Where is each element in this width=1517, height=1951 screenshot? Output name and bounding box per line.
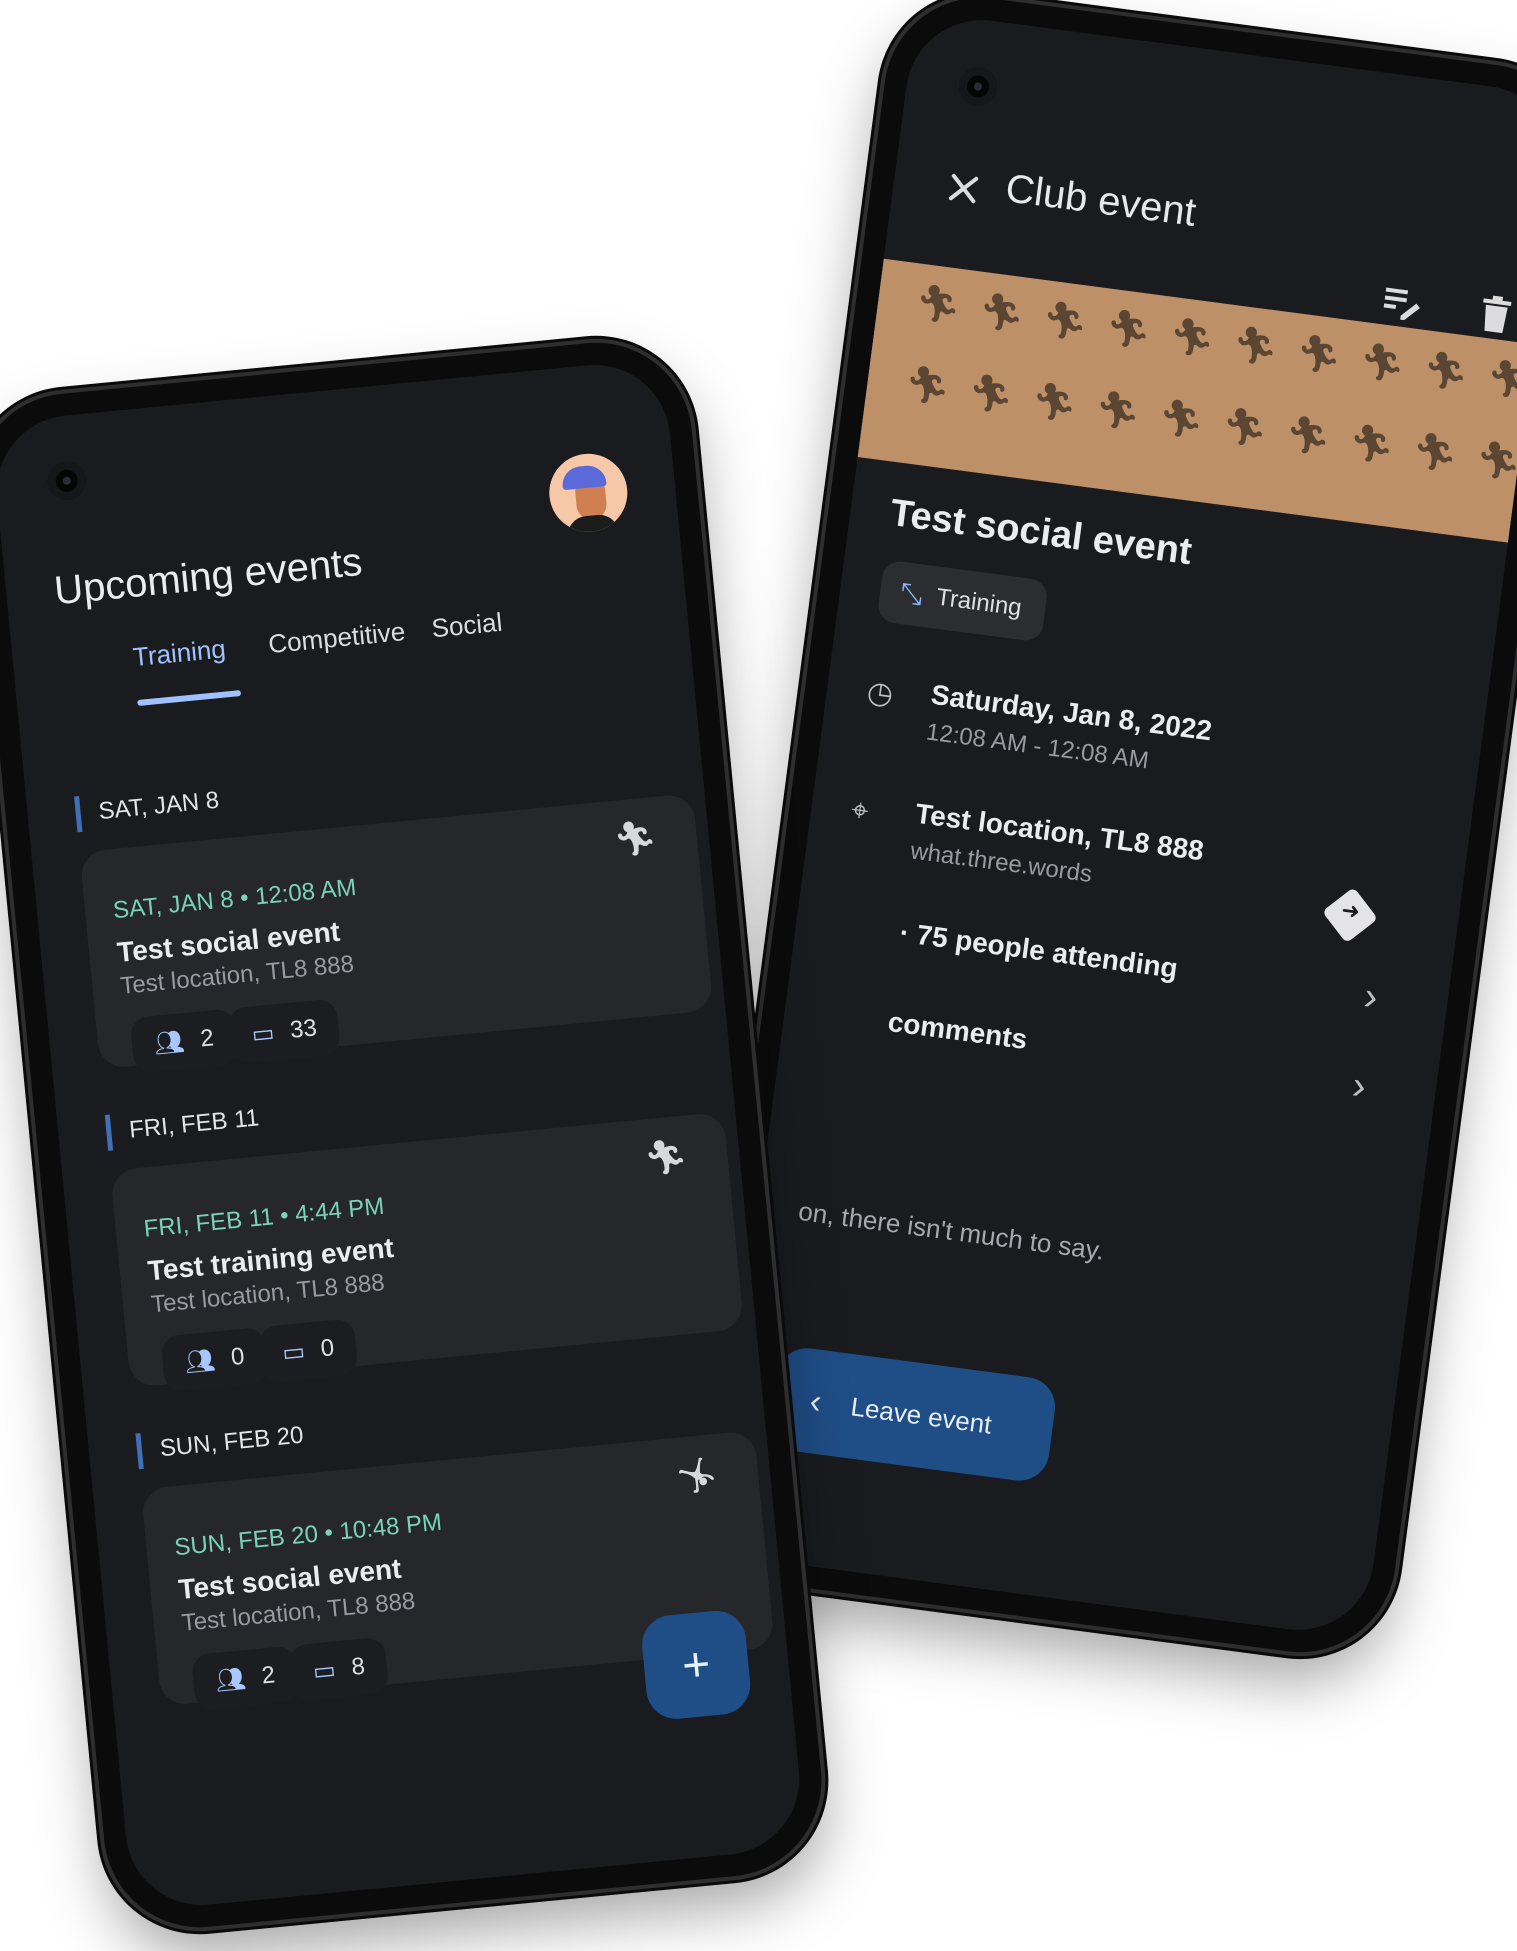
event-description: on, there isn't much to say. [796,1195,1107,1266]
attendees-stat: 👥︎ 2 [129,1008,239,1074]
chevron-right-icon: › [1349,1063,1369,1109]
attending-text: · 75 people attending [897,916,1180,985]
sports-martial-arts-icon: 🤸︎ [673,1454,720,1497]
directions-run-icon: 🏃︎ [1230,322,1281,369]
phone-frame-detail: Club event 🏃︎ 🏃︎ 🏃︎ 🏃︎ 🏃︎ 🏃︎ 🏃︎ 🏃︎ 🏃︎ 🏃︎ 🏃︎ 🏃︎ 🏃︎ 🏃︎ 🏃… [688,0,1517,1664]
avatar-cap [560,464,607,491]
directions-run-icon: 🏃︎ [1293,330,1345,378]
leave-event-button[interactable]: ‹ Leave event [767,1344,1059,1485]
group-icon: 👥︎ [183,1346,217,1376]
leave-event-label: Leave event [849,1390,994,1440]
comments-stat: ▭ 8 [288,1636,390,1702]
upcoming-events-screen: Upcoming events Training Competitive Soc… [0,358,807,1912]
directions-run-icon: 🏃︎ [611,817,659,860]
attendee-count: 2 [260,1661,277,1690]
directions-run-icon: 🏃︎ [912,280,964,328]
phone-frame-list: Upcoming events Training Competitive Soc… [0,334,831,1936]
directions-run-icon: 🏃︎ [1409,428,1461,476]
section-header: FRI, FEB 11 [104,1100,261,1151]
fitness-icon: ⤡ [898,576,925,611]
directions-run-icon: 🏃︎ [965,370,1017,417]
category-chip[interactable]: ⤡ Training [876,559,1050,643]
directions-run-icon: 🏃︎ [1092,386,1144,434]
delete-icon[interactable] [1475,292,1516,336]
directions-run-icon: 🏃︎ [1103,305,1154,353]
directions-run-icon: 🏃︎ [1346,420,1398,467]
directions-run-icon: 🏃︎ [1039,297,1091,344]
chevron-right-icon: › [1361,973,1381,1020]
comment-count: 33 [288,1014,319,1044]
directions-run-icon: 🏃︎ [1357,338,1408,386]
comment-count: 0 [319,1334,336,1363]
comment-count: 8 [350,1652,367,1681]
exit-icon: ‹ [807,1381,824,1421]
group-icon: 👥︎ [152,1027,186,1058]
category-chip-label: Training [934,583,1024,622]
add-event-button[interactable]: + [639,1608,753,1722]
event-date: SUN, FEB 20 • 10:48 PM [173,1508,444,1562]
edit-icon[interactable] [1380,279,1425,324]
section-header: SUN, FEB 20 [135,1417,306,1470]
avatar[interactable] [545,450,631,536]
comments-stat: ▭ 0 [257,1318,359,1384]
group-icon: 👥︎ [214,1664,248,1695]
close-icon[interactable] [943,168,983,208]
event-title: Test social event [887,491,1195,574]
banner-pattern: 🏃︎ 🏃︎ 🏃︎ 🏃︎ 🏃︎ 🏃︎ 🏃︎ 🏃︎ 🏃︎ 🏃︎ 🏃︎ 🏃︎ 🏃︎ 🏃︎ 🏃︎ 🏃︎ 🏃︎ 🏃︎ 🏃︎ 🏃︎ [893,280,1517,484]
directions-run-icon: 🏃︎ [642,1136,690,1179]
section-header: SAT, JAN 8 [74,782,221,833]
directions-run-icon: 🏃︎ [976,288,1028,336]
avatar-shirt [565,513,620,536]
attendee-count: 2 [199,1024,215,1053]
page-title: Upcoming events [52,539,365,614]
directions-run-icon: 🏃︎ [1484,355,1517,403]
tab-training[interactable]: Training [132,633,228,673]
attendee-count: 0 [229,1342,246,1371]
tab-social[interactable]: Social [430,607,503,645]
directions-run-icon: 🏃︎ [1219,403,1271,451]
attendees-stat: 👥︎ 2 [190,1645,300,1711]
app-bar-title: Club event [1003,166,1199,235]
directions-run-icon: 🏃︎ [902,361,953,409]
directions-run-icon: 🏃︎ [1282,411,1334,459]
app-bar: Club event [890,11,1517,334]
location-pin-icon: ⌖ [849,793,871,829]
directions-icon[interactable] [1321,887,1379,944]
directions-run-icon: 🏃︎ [1420,347,1472,394]
tab-indicator [137,690,242,706]
directions-run-icon: 🏃︎ [1156,395,1207,442]
comments-stat: ▭ 33 [227,998,342,1065]
event-detail-screen: Club event 🏃︎ 🏃︎ 🏃︎ 🏃︎ 🏃︎ 🏃︎ 🏃︎ 🏃︎ 🏃︎ 🏃︎ 🏃︎ 🏃︎ 🏃︎ 🏃︎ 🏃… [713,10,1517,1640]
comment-icon: ▭ [250,1018,276,1048]
comment-icon: ▭ [311,1656,337,1686]
comments-text: comments [886,1005,1030,1055]
directions-run-icon: 🏃︎ [1473,436,1517,484]
attendees-stat: 👥︎ 0 [160,1326,269,1393]
clock-icon: ◷ [864,675,896,712]
comment-icon: ▭ [281,1337,307,1367]
directions-run-icon: 🏃︎ [1029,378,1080,426]
directions-run-icon: 🏃︎ [1166,313,1218,361]
front-camera [46,460,88,502]
tab-competitive[interactable]: Competitive [267,616,407,660]
tab-bar: Training Competitive Social [12,589,693,733]
